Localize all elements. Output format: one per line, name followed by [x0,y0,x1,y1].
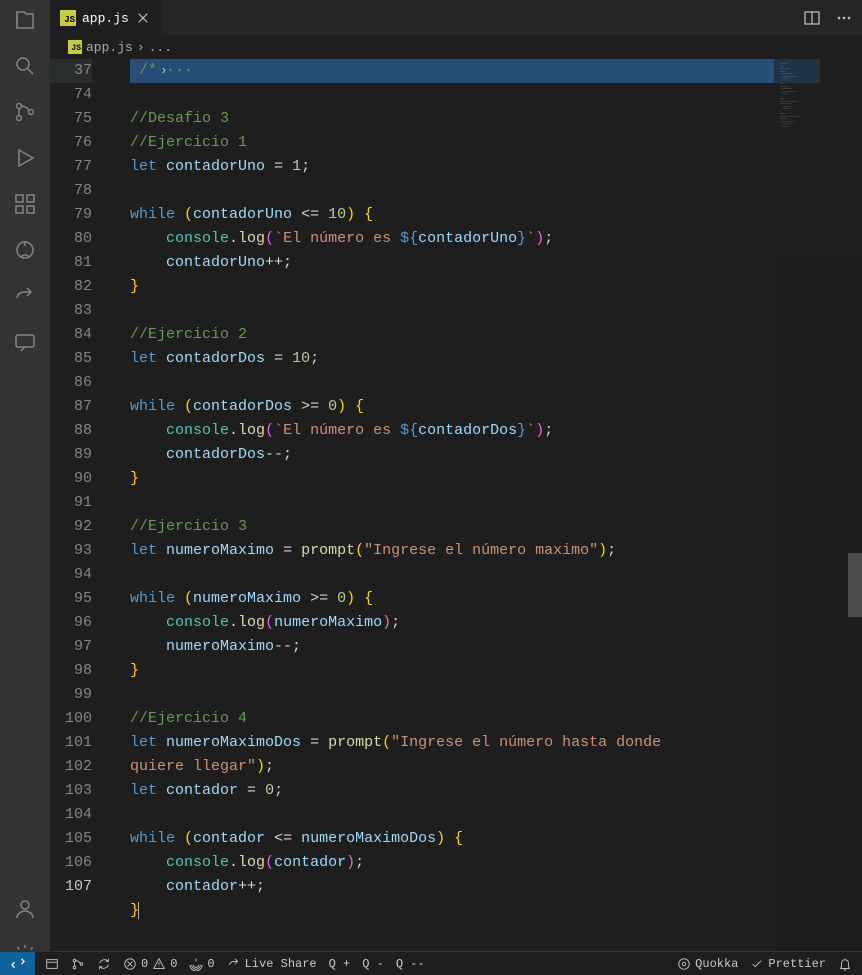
js-file-icon: JS [60,10,76,26]
tab-label: app.js [82,11,129,26]
close-icon[interactable] [135,10,151,26]
line-number-gutter: 3774757677787980818283848586878889909192… [50,59,112,975]
sb-port[interactable]: 0 [189,957,214,971]
gitlens-icon[interactable] [13,238,37,262]
breadcrumb[interactable]: JS app.js › ... [50,35,862,59]
minimap[interactable]: ▬▬▬▬▬▬ ▬▬▬ ▬▬▬▬▬▬▬▬ ▬▬▬▬ ▬▬▬▬▬▬▬▬▬▬ ▬▬▬▬… [774,59,862,975]
breadcrumb-sep: › [137,40,145,55]
activity-bar [0,0,50,975]
source-control-icon[interactable] [13,100,37,124]
editor-area: JS app.js JS app.js › ... 37747576777879… [50,0,862,975]
chat-icon[interactable] [13,330,37,354]
code-editor[interactable]: 3774757677787980818283848586878889909192… [50,59,862,975]
sb-bell-icon[interactable] [838,957,852,971]
share-icon[interactable] [13,284,37,308]
sb-q-dash[interactable]: Q -- [396,957,425,971]
js-file-icon: JS [68,40,82,54]
sb-problems[interactable]: 0 0 [123,957,177,971]
fold-chevron-icon[interactable]: › [160,59,168,83]
tab-app-js[interactable]: JS app.js [50,0,161,35]
sb-source-control[interactable] [71,957,85,971]
minimap-preview: ▬▬▬▬▬▬ ▬▬▬ ▬▬▬▬▬▬▬▬ ▬▬▬▬ ▬▬▬▬▬▬▬▬▬▬ ▬▬▬▬… [774,59,862,135]
vertical-scrollbar[interactable] [848,553,862,617]
code-content[interactable]: /* ··· //Desafio 3//Ejercicio 1let conta… [112,59,862,975]
sb-q-minus[interactable]: Q - [362,957,384,971]
sb-window-icon[interactable] [45,957,59,971]
account-icon[interactable] [13,897,37,921]
sb-sync-icon[interactable] [97,957,111,971]
explorer-icon[interactable] [13,8,37,32]
run-debug-icon[interactable] [13,146,37,170]
sb-prettier[interactable]: Prettier [750,957,826,971]
remote-indicator[interactable] [0,952,35,975]
split-editor-icon[interactable] [804,10,820,26]
tab-bar: JS app.js [50,0,862,35]
sb-quokka[interactable]: Quokka [677,957,738,971]
more-actions-icon[interactable] [836,10,852,26]
extensions-icon[interactable] [13,192,37,216]
sb-live-share[interactable]: Live Share [227,957,317,971]
sb-q-plus[interactable]: Q + [329,957,351,971]
breadcrumb-more: ... [149,40,172,55]
breadcrumb-file: app.js [86,40,133,55]
status-bar: 0 0 0 Live Share Q + Q - Q -- Quokka Pre… [0,951,862,975]
search-icon[interactable] [13,54,37,78]
